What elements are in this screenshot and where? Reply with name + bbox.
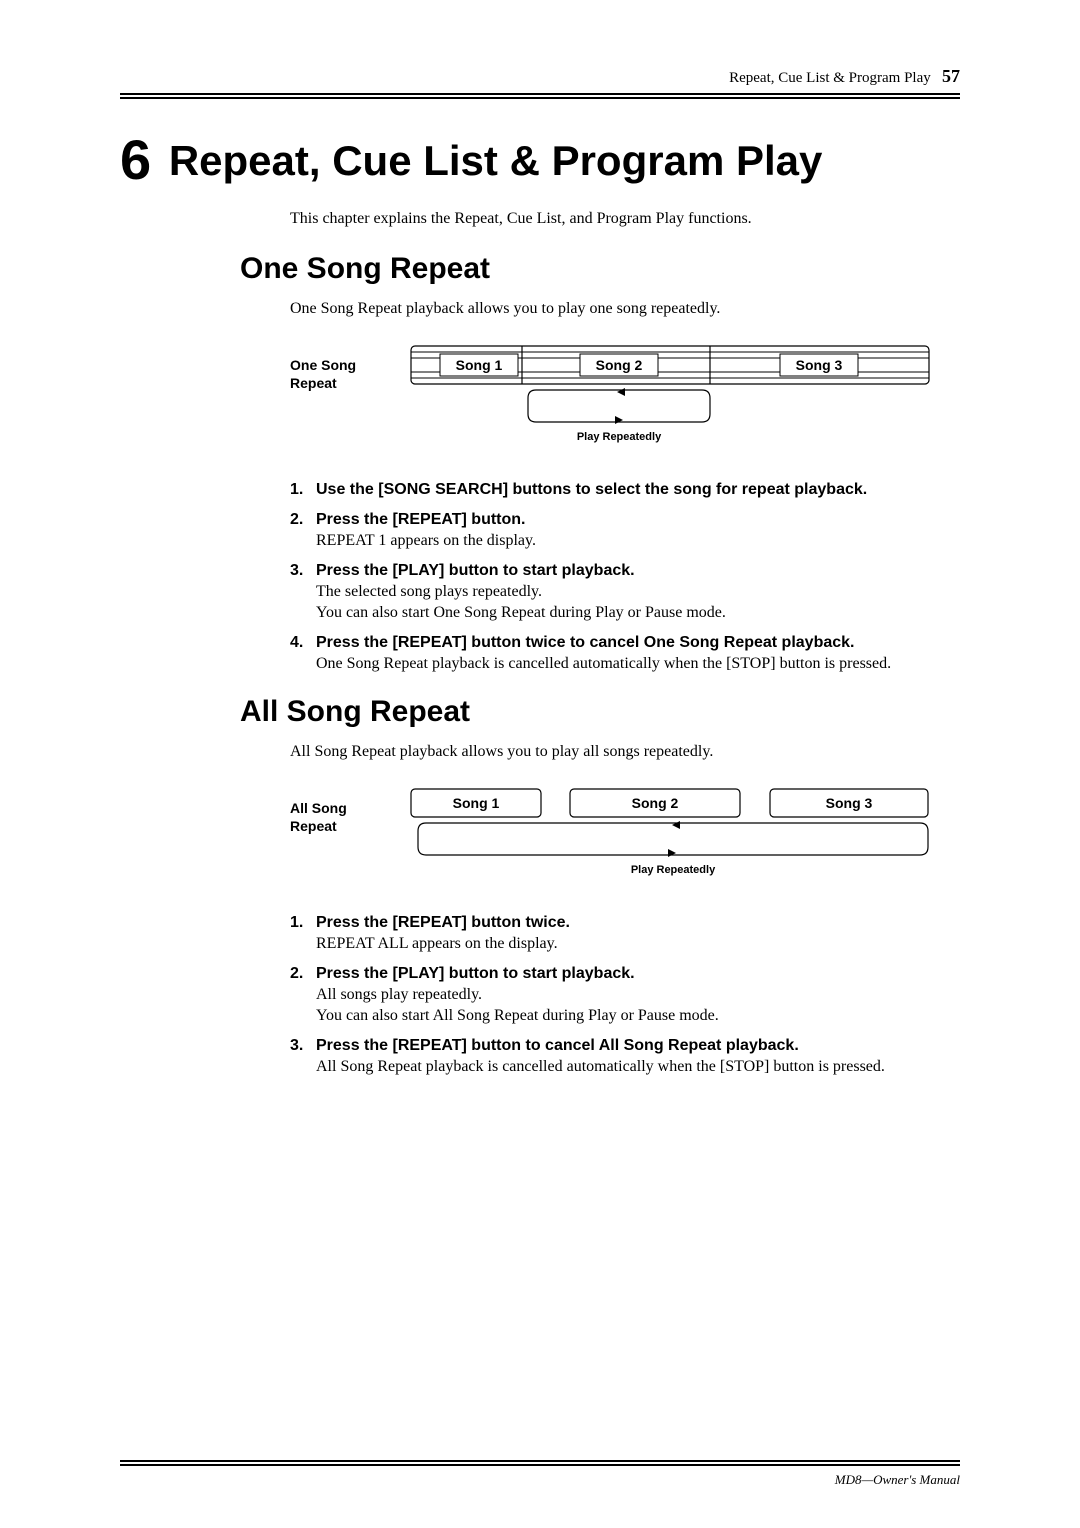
page-header: Repeat, Cue List & Program Play 57 bbox=[120, 66, 960, 87]
step: 3. Press the [PLAY] button to start play… bbox=[290, 562, 960, 622]
step: 4. Press the [REPEAT] button twice to ca… bbox=[290, 634, 960, 673]
svg-text:Song 1: Song 1 bbox=[456, 357, 503, 373]
one-song-steps: 1. Use the [SONG SEARCH] buttons to sele… bbox=[290, 481, 960, 673]
chapter-title-text: Repeat, Cue List & Program Play bbox=[169, 137, 823, 184]
step: 3. Press the [REPEAT] button to cancel A… bbox=[290, 1037, 960, 1076]
running-title: Repeat, Cue List & Program Play bbox=[729, 70, 931, 86]
svg-text:Play Repeatedly: Play Repeatedly bbox=[577, 431, 662, 443]
svg-text:Play Repeatedly: Play Repeatedly bbox=[631, 864, 716, 876]
step: 1. Press the [REPEAT] button twice. REPE… bbox=[290, 914, 960, 953]
svg-text:Song 2: Song 2 bbox=[632, 795, 679, 811]
svg-text:Song 1: Song 1 bbox=[453, 795, 500, 811]
section-intro-one-song: One Song Repeat playback allows you to p… bbox=[290, 300, 960, 318]
chapter-intro: This chapter explains the Repeat, Cue Li… bbox=[290, 210, 960, 228]
svg-text:Song 3: Song 3 bbox=[796, 357, 843, 373]
all-song-steps: 1. Press the [REPEAT] button twice. REPE… bbox=[290, 914, 960, 1076]
footer-text: MD8—Owner's Manual bbox=[835, 1472, 960, 1488]
section-heading-one-song: One Song Repeat bbox=[240, 252, 960, 286]
one-song-diagram: One Song Repeat Song 1 Song 2 Song 3 bbox=[290, 338, 960, 453]
diagram-label-all-song: All Song Repeat bbox=[290, 781, 410, 835]
section-intro-all-song: All Song Repeat playback allows you to p… bbox=[290, 743, 960, 761]
section-heading-all-song: All Song Repeat bbox=[240, 695, 960, 729]
diagram-label-one-song: One Song Repeat bbox=[290, 338, 410, 392]
step: 2. Press the [REPEAT] button. REPEAT 1 a… bbox=[290, 511, 960, 550]
header-rule bbox=[120, 93, 960, 99]
chapter-number: 6 bbox=[120, 128, 151, 191]
page-number: 57 bbox=[942, 66, 960, 86]
footer-rule bbox=[120, 1460, 960, 1466]
all-song-diagram-svg: Song 1 Song 2 Song 3 Play Repeatedly bbox=[410, 781, 930, 881]
svg-text:Song 3: Song 3 bbox=[826, 795, 873, 811]
all-song-diagram: All Song Repeat Song 1 Song 2 Song 3 Pla… bbox=[290, 781, 960, 886]
one-song-diagram-svg: Song 1 Song 2 Song 3 Play Repeatedly bbox=[410, 338, 930, 448]
step: 1. Use the [SONG SEARCH] buttons to sele… bbox=[290, 481, 960, 499]
step: 2. Press the [PLAY] button to start play… bbox=[290, 965, 960, 1025]
chapter-title: 6 Repeat, Cue List & Program Play bbox=[120, 127, 960, 192]
svg-text:Song 2: Song 2 bbox=[596, 357, 643, 373]
